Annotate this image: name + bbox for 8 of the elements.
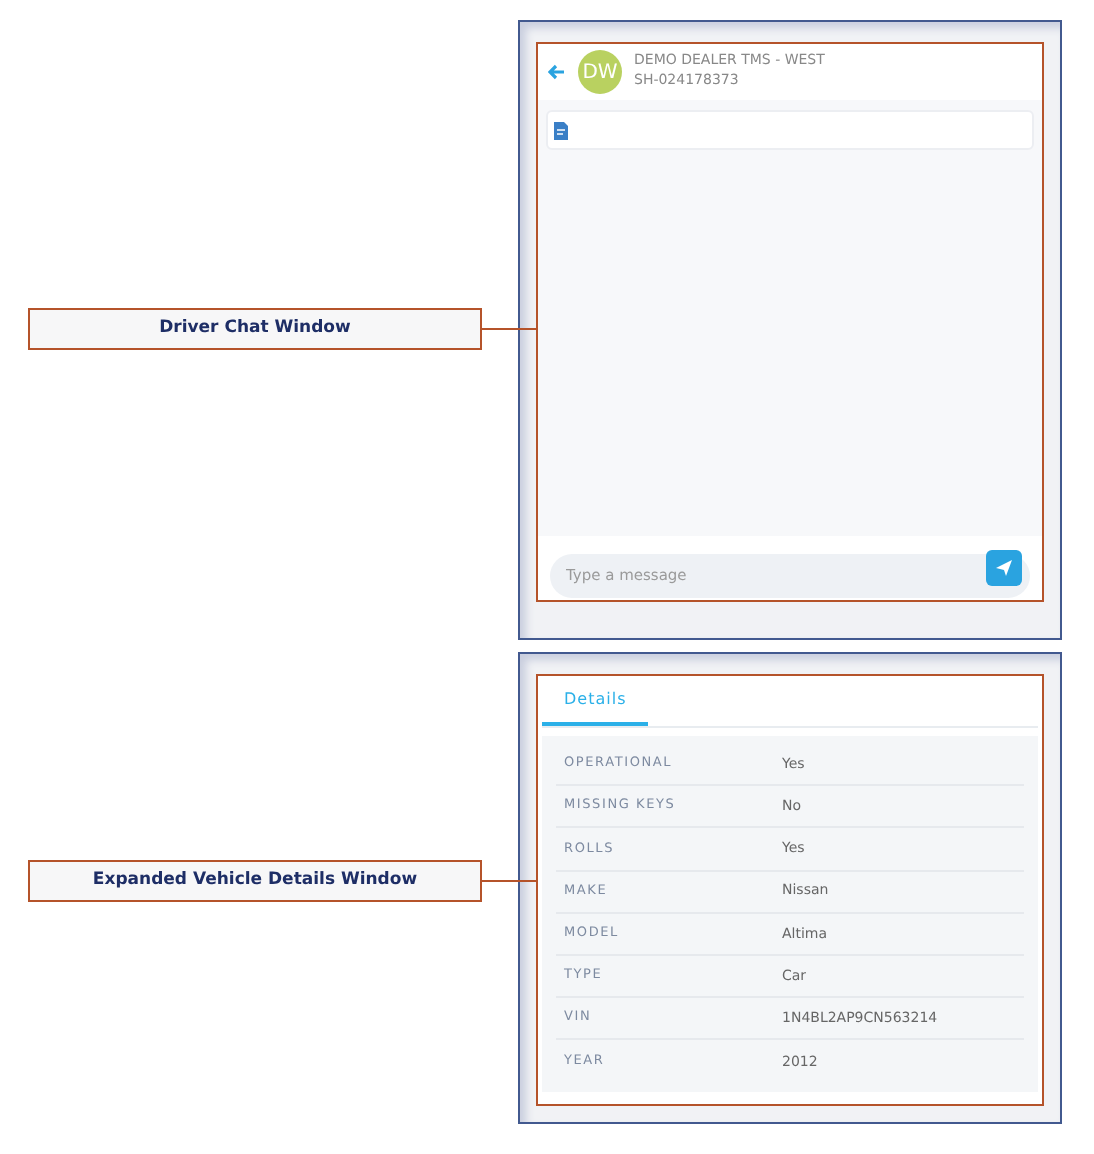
callout-label: Driver Chat Window: [28, 308, 482, 350]
details-tab[interactable]: Details: [542, 676, 649, 726]
back-arrow-icon[interactable]: [548, 64, 566, 80]
callout-label: Expanded Vehicle Details Window: [28, 860, 482, 902]
send-icon: [996, 560, 1012, 576]
document-icon: [554, 121, 568, 139]
send-button[interactable]: [986, 550, 1022, 586]
avatar: DW: [578, 50, 622, 94]
